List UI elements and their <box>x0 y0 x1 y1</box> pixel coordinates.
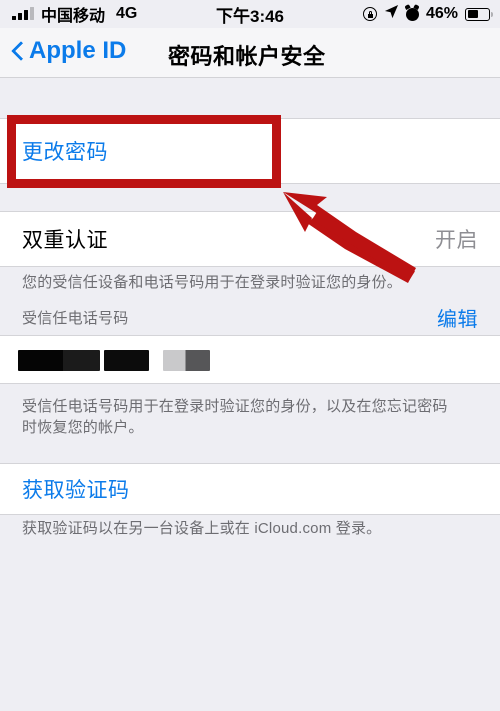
trusted-numbers-footer: 受信任电话号码用于在登录时验证您的身份，以及在您忘记密码时恢复您的帐户。 <box>22 398 448 436</box>
chevron-left-icon <box>12 40 25 62</box>
status-bar: 中国移动 4G 下午3:46 46% <box>0 0 500 28</box>
two-factor-label: 双重认证 <box>22 229 108 252</box>
battery-percent-label: 46% <box>425 5 458 22</box>
row-trusted-phone-number[interactable] <box>0 336 500 383</box>
section-change-password: 更改密码 <box>0 118 500 184</box>
redaction-block <box>163 350 210 371</box>
redaction-block <box>104 350 149 371</box>
back-button-apple-id[interactable]: Apple ID <box>12 37 126 65</box>
trusted-numbers-header-label: 受信任电话号码 <box>22 310 129 327</box>
battery-icon <box>465 7 493 21</box>
section-trusted-number <box>0 335 500 384</box>
alarm-clock-icon <box>405 7 419 21</box>
section-verification-code: 获取验证码 <box>0 463 500 515</box>
row-change-password[interactable]: 更改密码 <box>0 119 500 183</box>
location-arrow-icon <box>384 4 399 24</box>
edit-button[interactable]: 编辑 <box>437 303 478 332</box>
navigation-bar: Apple ID 密码和帐户安全 <box>0 28 500 78</box>
two-factor-footer: 您的受信任设备和电话号码用于在登录时验证您的身份。 <box>22 274 403 291</box>
row-two-factor[interactable]: 双重认证 开启 <box>0 212 500 266</box>
back-button-label: Apple ID <box>29 37 127 64</box>
verification-code-footer: 获取验证码以在另一台设备上或在 iCloud.com 登录。 <box>22 520 382 537</box>
rotation-lock-icon <box>362 7 377 21</box>
two-factor-status-value: 开启 <box>435 229 478 252</box>
row-get-verification-code[interactable]: 获取验证码 <box>0 464 500 514</box>
trusted-numbers-header: 受信任电话号码 编辑 <box>22 303 478 332</box>
page-title: 密码和帐户安全 <box>168 44 326 69</box>
section-two-factor: 双重认证 开启 <box>0 211 500 267</box>
status-bar-right: 46% <box>362 0 493 28</box>
iphone-screen: 中国移动 4G 下午3:46 46% Apple ID 密码和帐户安全 更改密码 <box>0 0 500 711</box>
get-verification-code-label: 获取验证码 <box>22 479 130 502</box>
redaction-block <box>18 350 100 371</box>
change-password-label: 更改密码 <box>22 141 108 164</box>
